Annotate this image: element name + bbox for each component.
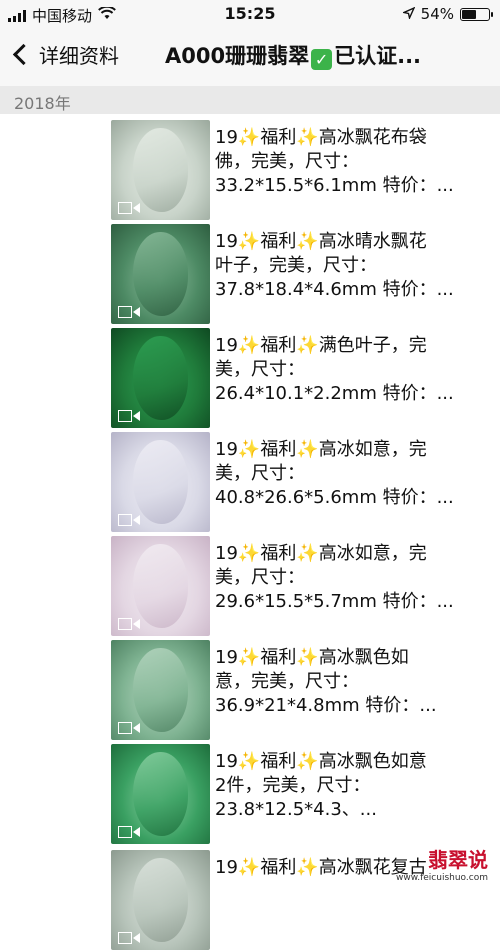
item-caption: 19✨福利✨高冰如意，完 美，尺寸： 40.8*26.6*5.6mm 特价：... bbox=[215, 438, 495, 510]
year-label: 2018年 bbox=[14, 94, 71, 113]
title-suffix: 已认证... bbox=[334, 44, 422, 68]
feed-item[interactable]: 19✨福利✨高冰飘色如意 2件，完美，尺寸： 23.8*12.5*4.3、... bbox=[108, 744, 500, 844]
caption-line: 佛，完美，尺寸： bbox=[215, 151, 359, 172]
caption-line: 叶子，完美，尺寸： bbox=[215, 255, 377, 276]
title-text: A000珊珊翡翠 bbox=[165, 44, 310, 68]
watermark: 翡翠说 www.feicuishuo.com bbox=[396, 844, 488, 883]
feed-item[interactable]: 19✨福利✨高冰如意，完 美，尺寸： 29.6*15.5*5.7mm 特价：... bbox=[108, 536, 500, 636]
feed-item[interactable]: 19✨福利✨高冰晴水飘花 叶子，完美，尺寸： 37.8*18.4*4.6mm 特价：… bbox=[108, 224, 500, 324]
jade-thumbnail[interactable] bbox=[111, 536, 210, 636]
back-button[interactable]: 详细资料 bbox=[12, 40, 119, 69]
caption-line: 23.8*12.5*4.3、... bbox=[215, 799, 377, 820]
item-caption: 19✨福利✨高冰晴水飘花 叶子，完美，尺寸： 37.8*18.4*4.6mm 特价：… bbox=[215, 230, 495, 302]
jade-pendant-shape bbox=[133, 544, 188, 628]
video-icon bbox=[118, 202, 140, 214]
caption-line: 37.8*18.4*4.6mm 特价：... bbox=[215, 279, 454, 300]
caption-line: 19✨福利✨高冰如意，完 bbox=[215, 439, 427, 460]
caption-line: 19✨福利✨高冰飘花布袋 bbox=[215, 127, 427, 148]
video-icon bbox=[118, 618, 140, 630]
caption-line: 26.4*10.1*2.2mm 特价：... bbox=[215, 383, 454, 404]
jade-pendant-shape bbox=[133, 858, 188, 942]
feed-item[interactable]: 19✨福利✨高冰飘色如 意，完美，尺寸： 36.9*21*4.8mm 特价：... bbox=[108, 640, 500, 740]
caption-line: 19✨福利✨高冰飘色如意 bbox=[215, 751, 427, 772]
feed-item[interactable]: 19✨福利✨满色叶子，完 美，尺寸： 26.4*10.1*2.2mm 特价：... bbox=[108, 328, 500, 428]
battery-percent: 54% bbox=[420, 5, 454, 23]
video-icon bbox=[118, 514, 140, 526]
verified-check-icon: ✓ bbox=[311, 49, 333, 70]
navigation-bar: 详细资料 A000珊珊翡翠 ✓ 已认证... bbox=[0, 30, 500, 86]
item-caption: 19✨福利✨高冰如意，完 美，尺寸： 29.6*15.5*5.7mm 特价：... bbox=[215, 542, 495, 614]
caption-line: 美，尺寸： bbox=[215, 463, 305, 484]
jade-pendant-shape bbox=[133, 440, 188, 524]
video-icon bbox=[118, 306, 140, 318]
feed-item[interactable]: 19✨福利✨高冰如意，完 美，尺寸： 40.8*26.6*5.6mm 特价：... bbox=[108, 432, 500, 532]
caption-line: 33.2*15.5*6.1mm 特价：... bbox=[215, 175, 454, 196]
jade-thumbnail[interactable] bbox=[111, 224, 210, 324]
location-arrow-icon bbox=[401, 5, 416, 23]
video-icon bbox=[118, 932, 140, 944]
page-title: A000珊珊翡翠 ✓ 已认证... bbox=[165, 40, 485, 70]
chevron-left-icon bbox=[12, 43, 35, 66]
caption-line: 40.8*26.6*5.6mm 特价：... bbox=[215, 487, 454, 508]
item-caption: 19✨福利✨高冰飘花布袋 佛，完美，尺寸： 33.2*15.5*6.1mm 特价：.… bbox=[215, 126, 495, 198]
caption-line: 19✨福利✨满色叶子，完 bbox=[215, 335, 427, 356]
caption-line: 19✨福利✨高冰飘色如 bbox=[215, 647, 409, 668]
caption-line: 美，尺寸： bbox=[215, 567, 305, 588]
item-caption: 19✨福利✨高冰飘色如 意，完美，尺寸： 36.9*21*4.8mm 特价：... bbox=[215, 646, 495, 718]
top-bar: 中国移动 15:25 54% 详细资料 A000珊珊翡翠 ✓ 已认证... bbox=[0, 0, 500, 86]
caption-line: 2件，完美，尺寸： bbox=[215, 775, 371, 796]
feed-item[interactable]: 19✨福利✨高冰飘花布袋 佛，完美，尺寸： 33.2*15.5*6.1mm 特价：.… bbox=[108, 120, 500, 220]
caption-line: 19✨福利✨高冰如意，完 bbox=[215, 543, 427, 564]
jade-pendant-shape bbox=[133, 232, 188, 316]
caption-line: 意，完美，尺寸： bbox=[215, 671, 359, 692]
jade-thumbnail[interactable] bbox=[111, 640, 210, 740]
jade-thumbnail[interactable] bbox=[111, 744, 210, 844]
watermark-logo: 翡翠说 bbox=[428, 848, 488, 872]
jade-thumbnail[interactable] bbox=[111, 432, 210, 532]
item-caption: 19✨福利✨满色叶子，完 美，尺寸： 26.4*10.1*2.2mm 特价：... bbox=[215, 334, 495, 406]
item-caption: 19✨福利✨高冰飘色如意 2件，完美，尺寸： 23.8*12.5*4.3、... bbox=[215, 750, 495, 822]
watermark-url: www.feicuishuo.com bbox=[395, 873, 488, 883]
video-icon bbox=[118, 826, 140, 838]
video-icon bbox=[118, 722, 140, 734]
jade-pendant-shape bbox=[133, 648, 188, 732]
jade-thumbnail[interactable] bbox=[111, 850, 210, 950]
caption-line: 36.9*21*4.8mm 特价：... bbox=[215, 695, 437, 716]
status-bar: 中国移动 15:25 54% bbox=[0, 0, 500, 30]
jade-thumbnail[interactable] bbox=[111, 328, 210, 428]
caption-line: 29.6*15.5*5.7mm 特价：... bbox=[215, 591, 454, 612]
back-label: 详细资料 bbox=[39, 44, 119, 68]
caption-line: 美，尺寸： bbox=[215, 359, 305, 380]
jade-pendant-shape bbox=[133, 336, 188, 420]
jade-pendant-shape bbox=[133, 752, 188, 836]
caption-line: 19✨福利✨高冰晴水飘花 bbox=[215, 231, 427, 252]
video-icon bbox=[118, 410, 140, 422]
jade-pendant-shape bbox=[133, 128, 188, 212]
jade-thumbnail[interactable] bbox=[111, 120, 210, 220]
battery-icon bbox=[460, 7, 493, 21]
year-header: 2018年 bbox=[0, 86, 500, 114]
